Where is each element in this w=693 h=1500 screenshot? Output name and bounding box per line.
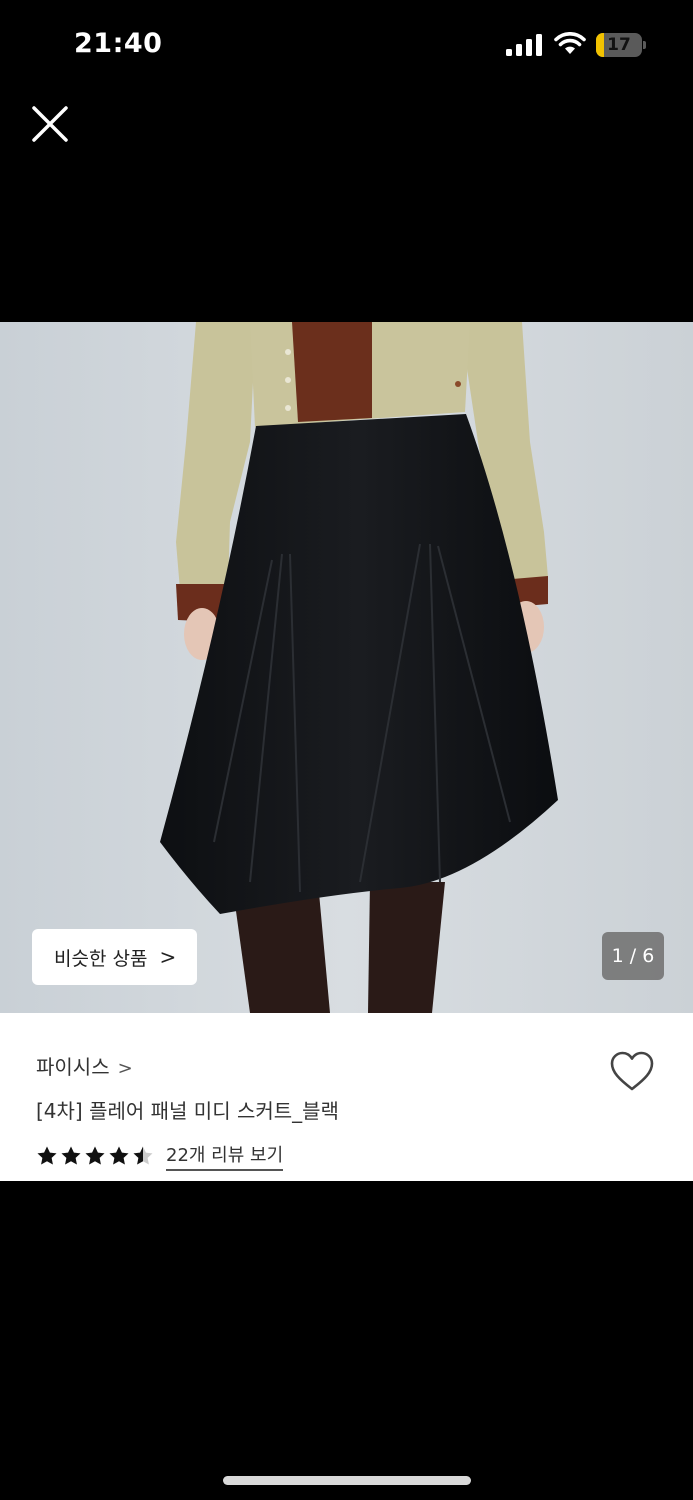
reviews-link[interactable]: 22개 리뷰 보기 <box>166 1141 284 1171</box>
battery-level: 17 <box>607 35 631 55</box>
brand-name: 파이시스 <box>36 1055 110 1079</box>
product-image[interactable]: 비슷한 상품 > 1 / 6 <box>0 322 693 1013</box>
star-icon <box>37 1146 57 1165</box>
brand-link[interactable]: 파이시스 > <box>36 1051 133 1080</box>
status-time: 21:40 <box>74 28 163 59</box>
star-icon <box>61 1146 81 1165</box>
cellular-signal-icon <box>506 34 542 56</box>
chevron-right-icon: > <box>159 945 177 969</box>
product-photo-illustration <box>0 322 693 1013</box>
star-icon <box>133 1146 153 1165</box>
rating-row: 22개 리뷰 보기 <box>36 1141 284 1171</box>
similar-products-label: 비슷한 상품 <box>54 947 148 970</box>
chevron-right-icon: > <box>117 1058 133 1079</box>
star-icon <box>109 1146 129 1165</box>
close-icon[interactable] <box>30 104 70 144</box>
similar-products-button[interactable]: 비슷한 상품 > <box>32 929 197 985</box>
heart-outline-icon[interactable] <box>609 1050 655 1092</box>
status-bar: 21:40 17 <box>0 0 693 90</box>
home-indicator[interactable] <box>223 1476 471 1485</box>
image-page-indicator: 1 / 6 <box>602 932 664 980</box>
star-icon <box>85 1146 105 1165</box>
product-title: [4차] 플레어 패널 미디 스커트_블랙 <box>36 1099 339 1123</box>
product-info-panel: 파이시스 > [4차] 플레어 패널 미디 스커트_블랙 22개 리뷰 보기 <box>0 1013 693 1181</box>
star-rating <box>36 1145 154 1167</box>
wifi-icon <box>554 32 586 54</box>
battery-icon: 17 <box>596 33 646 57</box>
